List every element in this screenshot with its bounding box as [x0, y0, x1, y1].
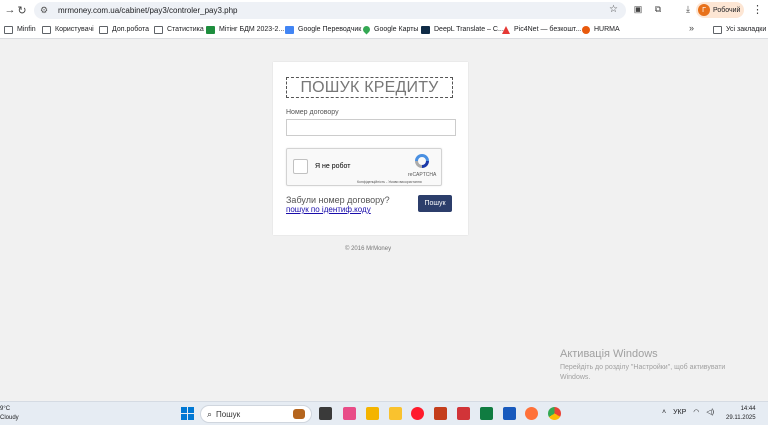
site-settings-icon[interactable]: ⚙	[40, 5, 54, 16]
recaptcha-brand: reCAPTCHA	[408, 172, 437, 178]
bookmark-statistics[interactable]: Статистика	[154, 24, 204, 35]
folder-icon	[4, 25, 13, 34]
bookmark-pic4net[interactable]: Pic4Net — безкошт...	[502, 24, 581, 35]
bookmark-google-translate[interactable]: Google Переводчик	[285, 24, 361, 35]
bookmark-hurma[interactable]: HURMA	[582, 24, 620, 35]
watermark-title: Активація Windows	[560, 348, 658, 360]
wifi-icon[interactable]: ◠	[693, 408, 699, 416]
copyright-text: © 2016 MrMoney	[345, 246, 392, 252]
chevron-up-icon[interactable]: ˄	[662, 409, 666, 416]
maps-icon	[361, 24, 372, 35]
weather-widget[interactable]: 9°C Cloudy	[0, 405, 19, 423]
profile-button[interactable]: Г Робочий	[696, 2, 744, 18]
paint-app-icon[interactable]	[366, 407, 379, 420]
taskbar-search[interactable]: ⌕ Пошук	[200, 405, 312, 423]
deepl-icon	[421, 25, 430, 34]
folder-icon	[99, 25, 108, 34]
menu-icon[interactable]: ⋮	[752, 3, 763, 16]
url-text[interactable]: mrmoney.com.ua/cabinet/pay3/controler_pa…	[58, 6, 238, 15]
search-highlight-icon	[293, 409, 305, 419]
volume-icon[interactable]: ◁)	[706, 408, 714, 416]
page-title: ПОШУК КРЕДИТУ	[286, 77, 453, 98]
recaptcha-icon	[415, 154, 429, 168]
bookmark-deepl[interactable]: DeepL Translate – C...	[421, 24, 504, 35]
recaptcha-label: Я не робот	[315, 163, 351, 170]
sheets-icon	[206, 25, 215, 34]
recaptcha-terms[interactable]: Конфіденційність - Умови використання	[357, 180, 422, 184]
pic4net-icon	[502, 25, 510, 34]
bookmark-meeting[interactable]: Мітінг БДМ 2023-2...	[206, 24, 284, 35]
profile-name: Робочий	[713, 6, 741, 14]
bookmark-google-maps[interactable]: Google Карты	[361, 24, 418, 35]
recaptcha-widget: Я не робот reCAPTCHA Конфіденційність - …	[286, 148, 442, 186]
extensions-icon[interactable]: ⧉	[652, 3, 664, 15]
folder-icon	[713, 25, 722, 34]
contract-number-input[interactable]	[286, 119, 456, 136]
language-indicator[interactable]: УКР	[673, 409, 686, 416]
folder-icon	[42, 25, 51, 34]
word-icon[interactable]	[503, 407, 516, 420]
bookmark-star-icon[interactable]: ☆	[609, 4, 618, 15]
clock-date: 29.11.2025	[726, 415, 756, 421]
chevron-right-icon[interactable]: »	[689, 23, 694, 33]
bookmark-extra-work[interactable]: Доп.робота	[99, 24, 149, 35]
file-explorer-icon[interactable]	[389, 407, 402, 420]
watermark-subtitle: Перейдіть до розділу "Настройки", щоб ак…	[560, 364, 726, 381]
system-tray: ˄ УКР ◠ ◁)	[662, 408, 714, 417]
opera-browser-icon[interactable]	[411, 407, 424, 420]
excel-icon[interactable]	[480, 407, 493, 420]
weather-temp: 9°C	[0, 406, 11, 412]
taskbar-search-label: Пошук	[216, 409, 241, 419]
bookmark-users[interactable]: Користувачі	[42, 24, 94, 35]
contract-number-label: Номер договору	[286, 109, 339, 116]
search-button[interactable]: Пошук	[418, 195, 452, 212]
clock[interactable]: 14:44 29.11.2025	[726, 405, 756, 423]
taskbar: 9°C Cloudy ⌕ Пошук ˄ УКР ◠ ◁) 14:44 29.1…	[0, 401, 768, 425]
translate-icon	[285, 25, 294, 34]
recaptcha-checkbox[interactable]	[293, 159, 308, 174]
search-by-id-link[interactable]: пошук по ідентиф.коду	[286, 205, 371, 214]
task-view-icon[interactable]	[319, 407, 332, 420]
all-bookmarks[interactable]: Усі закладки	[713, 24, 766, 35]
toolbar-icons: ▣ ⧉ ⤓	[632, 3, 694, 15]
avatar: Г	[698, 4, 710, 16]
address-bar[interactable]: ⚙ mrmoney.com.ua/cabinet/pay3/controler_…	[34, 2, 626, 19]
bookmark-minfin[interactable]: Minfin	[4, 24, 36, 35]
forgot-contract-text: Забули номер договору?	[286, 195, 390, 205]
powerpoint-icon[interactable]	[434, 407, 447, 420]
reload-icon[interactable]: ↻	[14, 2, 30, 18]
chrome-icon[interactable]	[548, 407, 561, 420]
clock-time: 14:44	[740, 406, 756, 412]
folder-icon	[154, 25, 163, 34]
hurma-icon	[582, 25, 590, 34]
download-icon[interactable]: ⤓	[682, 3, 694, 15]
windows-activation-watermark: Активація Windows Перейдіть до розділу "…	[560, 348, 750, 383]
firefox-icon[interactable]	[525, 407, 538, 420]
search-icon: ⌕	[207, 408, 213, 419]
weather-desc: Cloudy	[0, 415, 19, 421]
pdf-app-icon[interactable]	[457, 407, 470, 420]
bookmarks-bar: Minfin Користувачі Доп.робота Статистика…	[0, 20, 768, 39]
windows-start-icon[interactable]	[181, 407, 194, 420]
widgets-app-icon[interactable]	[343, 407, 356, 420]
browser-toolbar: → ↻ ⚙ mrmoney.com.ua/cabinet/pay3/contro…	[0, 0, 768, 20]
screenshot-icon[interactable]: ▣	[632, 3, 644, 15]
search-credit-card: ПОШУК КРЕДИТУ Номер договору Я не робот …	[273, 62, 468, 235]
